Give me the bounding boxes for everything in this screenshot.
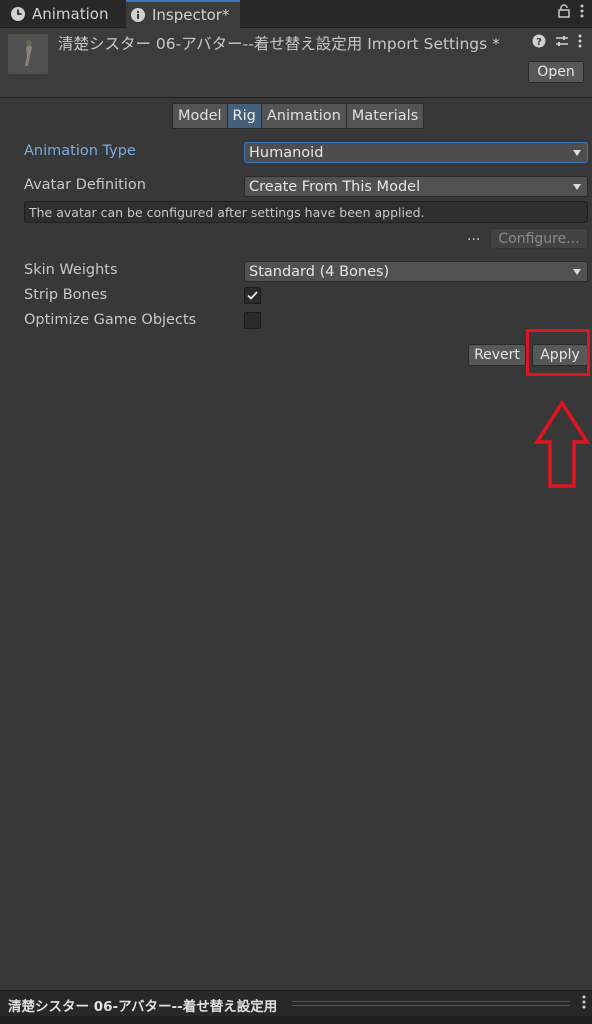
- animation-type-label: Animation Type: [24, 143, 136, 159]
- chevron-down-icon: [573, 150, 581, 156]
- bottom-edge: [0, 1016, 592, 1024]
- avatar-definition-dropdown[interactable]: Create From This Model: [244, 176, 588, 197]
- skin-weights-label: Skin Weights: [24, 262, 118, 278]
- up-arrow-annotation-icon: [534, 400, 590, 488]
- footer-title: 清楚シスター 06-アバター--着せ替え設定用: [8, 999, 278, 1015]
- tab-inspector-label: Inspector*: [152, 6, 230, 24]
- tab-animation[interactable]: Animation: [6, 0, 120, 28]
- clock-icon: [10, 6, 26, 22]
- svg-text:?: ?: [536, 37, 542, 48]
- revert-button[interactable]: Revert: [468, 344, 526, 366]
- animation-type-dropdown[interactable]: Humanoid: [244, 142, 588, 163]
- help-icon[interactable]: ?: [532, 34, 546, 52]
- apply-highlight-box: [526, 329, 590, 376]
- avatar-definition-label: Avatar Definition: [24, 177, 146, 193]
- skin-weights-dropdown[interactable]: Standard (4 Bones): [244, 261, 588, 282]
- configure-button[interactable]: Configure...: [490, 228, 588, 249]
- chevron-down-icon: [573, 269, 581, 275]
- header-title: 清楚シスター 06-アバター--着せ替え設定用 Import Settings …: [58, 35, 500, 53]
- lock-icon[interactable]: [558, 4, 570, 22]
- optimize-game-objects-label: Optimize Game Objects: [24, 312, 197, 328]
- skin-weights-value: Standard (4 Bones): [249, 263, 390, 280]
- ellipsis-text: ...: [467, 228, 481, 244]
- tab-animation-label: Animation: [32, 5, 109, 23]
- tab-inspector[interactable]: Inspector*: [126, 0, 240, 28]
- preset-icon[interactable]: [555, 34, 569, 52]
- tab-menu-icon[interactable]: [580, 4, 584, 22]
- strip-bones-checkbox[interactable]: [244, 287, 261, 304]
- checkmark-icon: [247, 291, 258, 300]
- header-menu-icon[interactable]: [578, 34, 582, 52]
- model-thumbnail: [8, 34, 48, 74]
- animation-type-value: Humanoid: [249, 144, 324, 161]
- tab-materials[interactable]: Materials: [346, 103, 425, 129]
- window-tab-bar: Animation Inspector*: [0, 0, 592, 28]
- avatar-info-message: The avatar can be configured after setti…: [24, 201, 588, 223]
- asset-footer: 清楚シスター 06-アバター--着せ替え設定用: [0, 990, 592, 1016]
- tab-rig[interactable]: Rig: [227, 103, 262, 129]
- footer-menu-icon[interactable]: [582, 995, 586, 1013]
- optimize-game-objects-checkbox[interactable]: [244, 312, 261, 329]
- inspector-header: 清楚シスター 06-アバター--着せ替え設定用 Import Settings …: [0, 28, 592, 98]
- avatar-definition-value: Create From This Model: [249, 178, 421, 195]
- tab-animation-settings[interactable]: Animation: [261, 103, 347, 129]
- import-settings-tabs: Model Rig Animation Materials: [172, 103, 425, 129]
- strip-bones-label: Strip Bones: [24, 287, 108, 303]
- info-icon: [130, 7, 146, 23]
- open-button[interactable]: Open: [528, 61, 584, 83]
- footer-resize-handle[interactable]: [292, 1001, 570, 1006]
- chevron-down-icon: [573, 184, 581, 190]
- tab-model[interactable]: Model: [172, 103, 228, 129]
